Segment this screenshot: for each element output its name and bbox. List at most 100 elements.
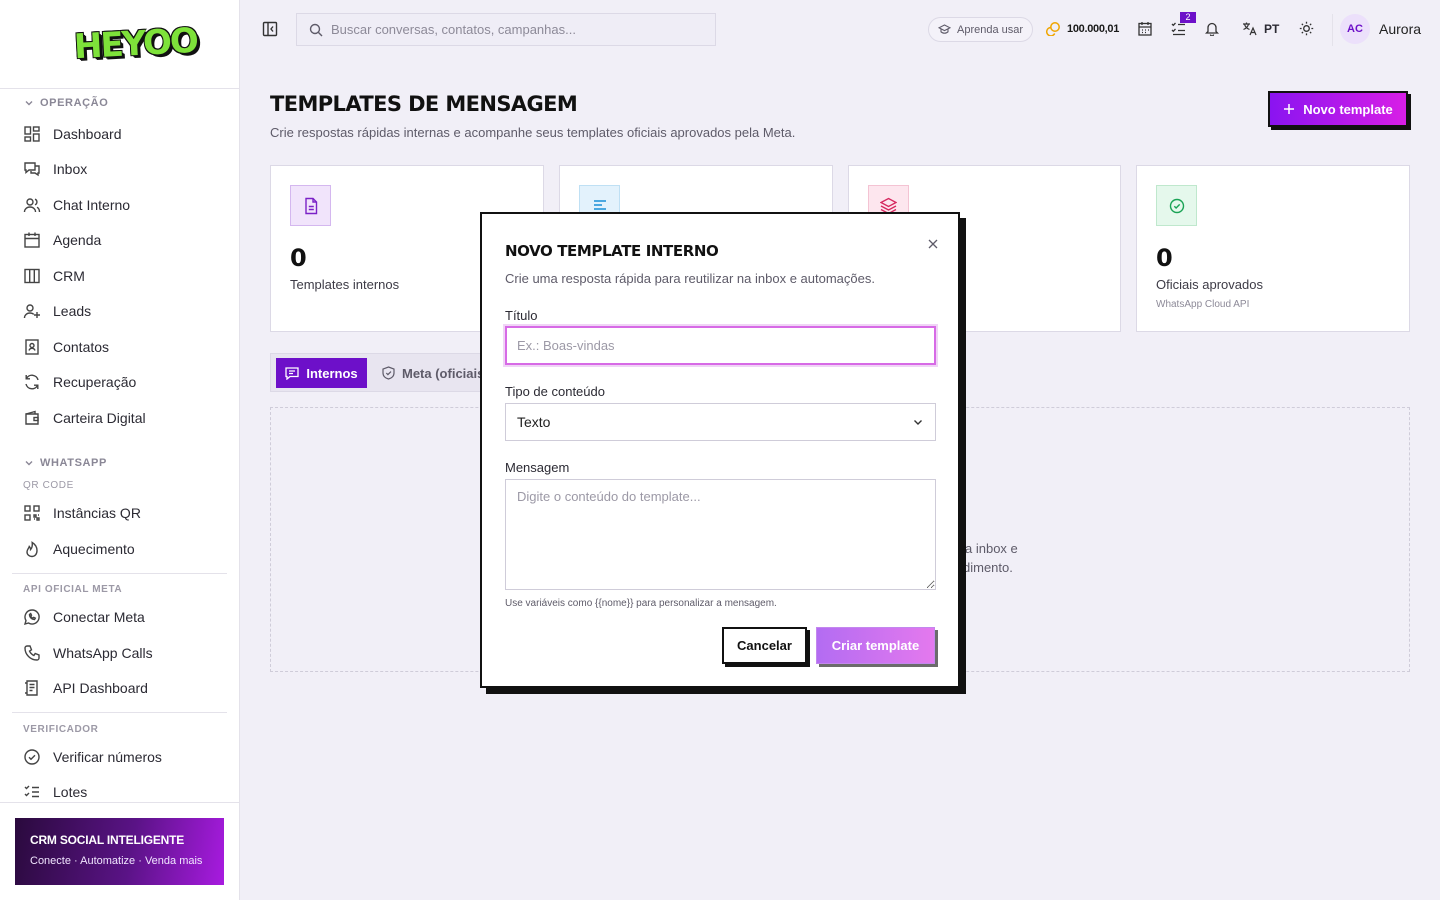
new-template-label: Novo template	[1303, 101, 1393, 117]
chevron-down-icon	[914, 420, 922, 425]
sidebar-item-label: Agenda	[53, 232, 102, 249]
file-text-icon	[290, 185, 331, 226]
tab-label: Internos	[306, 365, 358, 381]
section-title: OPERAÇÃO	[40, 97, 109, 109]
promo-banner[interactable]: CRM SOCIAL INTELIGENTE Conecte · Automat…	[15, 818, 224, 885]
user-plus-icon	[23, 304, 40, 319]
message-label: Mensagem	[505, 460, 570, 475]
tab-internos[interactable]: Internos	[276, 358, 367, 388]
message-textarea[interactable]	[505, 479, 936, 590]
title-input[interactable]	[505, 326, 936, 365]
shield-check-icon	[382, 366, 395, 380]
tab-meta[interactable]: Meta (oficiais	[382, 358, 484, 388]
page-subtitle: Crie respostas rápidas internas e acompa…	[270, 125, 796, 140]
bell-icon[interactable]	[1205, 21, 1219, 36]
search-input[interactable]	[331, 22, 711, 37]
sidebar-item-contatos[interactable]: Contatos	[0, 329, 239, 365]
sidebar-item-chat-interno[interactable]: Chat Interno	[0, 187, 239, 223]
sun-icon[interactable]	[1299, 21, 1314, 36]
sidebar-item-label: API Dashboard	[53, 680, 148, 697]
modal-title: NOVO TEMPLATE INTERNO	[505, 242, 719, 260]
variables-hint: Use variáveis como {{nome}} para persona…	[505, 598, 777, 609]
sidebar-item-label: WhatsApp Calls	[53, 644, 153, 661]
sidebar-item-recuperacao[interactable]: Recuperação	[0, 365, 239, 401]
phone-icon	[24, 645, 40, 661]
sidebar-item-label: Contatos	[53, 338, 110, 355]
section-header-api-meta: API OFICIAL META	[23, 584, 123, 595]
user-name: Aurora	[1379, 21, 1422, 37]
search-bar[interactable]	[296, 13, 716, 46]
create-template-button[interactable]: Criar template	[816, 627, 935, 664]
content-type-value: Texto	[517, 414, 551, 430]
divider	[0, 802, 239, 803]
avatar: AC	[1340, 14, 1370, 44]
new-template-modal: NOVO TEMPLATE INTERNO Crie uma resposta …	[480, 212, 960, 688]
sidebar-item-label: CRM	[53, 267, 85, 284]
cancel-button[interactable]: Cancelar	[722, 627, 807, 664]
sidebar: HEYOO OPERAÇÃO Dashboard Inbox Chat Inte…	[0, 0, 240, 900]
logo[interactable]: HEYOO	[73, 21, 198, 67]
sidebar-item-conectar-meta[interactable]: Conectar Meta	[0, 600, 239, 636]
sidebar-item-label: Conectar Meta	[53, 609, 145, 626]
users-icon	[23, 198, 41, 212]
content-type-select[interactable]: Texto	[505, 403, 936, 441]
sidebar-item-api-dashboard[interactable]: API Dashboard	[0, 671, 239, 707]
sidebar-item-dashboard[interactable]: Dashboard	[0, 116, 239, 152]
learn-label: Aprenda usar	[957, 23, 1024, 36]
sidebar-item-label: Verificar números	[53, 748, 162, 765]
section-subtitle: QR CODE	[23, 479, 74, 491]
calendar-icon	[24, 232, 40, 248]
sidebar-item-crm[interactable]: CRM	[0, 258, 239, 294]
receipt-icon	[25, 680, 38, 696]
sidebar-collapse-icon[interactable]	[262, 21, 278, 37]
dashboard-icon	[24, 126, 40, 142]
flame-icon	[26, 540, 38, 557]
user-menu[interactable]: AC Aurora	[1340, 14, 1421, 44]
translate-icon	[1243, 22, 1257, 36]
list-check-icon	[24, 785, 39, 798]
graduation-cap-icon	[938, 24, 951, 34]
language-selector[interactable]: PT	[1242, 21, 1279, 36]
divider	[12, 712, 227, 713]
empty-text: dimento.	[963, 560, 1013, 575]
sidebar-item-verificar-numeros[interactable]: Verificar números	[0, 739, 239, 775]
sidebar-item-label: Leads	[53, 303, 92, 320]
sidebar-item-agenda[interactable]: Agenda	[0, 223, 239, 259]
sidebar-item-instancias-qr[interactable]: Instâncias QR	[0, 496, 239, 532]
section-header-operacao[interactable]: OPERAÇÃO	[0, 90, 239, 116]
stat-card-approved: 0 Oficiais aprovados WhatsApp Cloud API	[1136, 165, 1410, 332]
qr-code-icon	[24, 505, 40, 521]
divider	[1332, 14, 1333, 46]
learn-button[interactable]: Aprenda usar	[928, 17, 1034, 42]
sidebar-item-aquecimento[interactable]: Aquecimento	[0, 531, 239, 567]
modal-subtitle: Crie uma resposta rápida para reutilizar…	[505, 271, 875, 286]
coins-balance[interactable]: 100.000,01	[1046, 21, 1119, 36]
calendar-icon[interactable]	[1138, 21, 1152, 36]
content-type-label: Tipo de conteúdo	[505, 384, 605, 399]
section-header-verificador: VERIFICADOR	[23, 723, 99, 735]
chevron-down-icon	[25, 101, 33, 106]
wallet-icon	[25, 410, 39, 425]
new-template-button[interactable]: Novo template	[1268, 91, 1408, 127]
messages-icon	[24, 162, 40, 177]
check-circle-icon	[24, 749, 40, 765]
sidebar-item-whatsapp-calls[interactable]: WhatsApp Calls	[0, 635, 239, 671]
message-square-icon	[285, 366, 299, 380]
tasks-icon[interactable]	[1171, 21, 1186, 36]
coins-value: 100.000,01	[1067, 22, 1120, 35]
sidebar-item-label: Chat Interno	[53, 196, 131, 213]
sidebar-item-carteira[interactable]: Carteira Digital	[0, 400, 239, 436]
section-header-whatsapp[interactable]: WHATSAPP	[0, 450, 239, 476]
sidebar-item-inbox[interactable]: Inbox	[0, 152, 239, 188]
refresh-icon	[25, 374, 39, 390]
sidebar-item-lotes[interactable]: Lotes	[0, 775, 239, 803]
sidebar-item-leads[interactable]: Leads	[0, 294, 239, 330]
check-circle-icon	[1156, 185, 1197, 226]
close-icon[interactable]	[925, 236, 941, 252]
promo-subtitle: Conecte · Automatize · Venda mais	[30, 855, 203, 867]
chevron-down-icon	[25, 460, 33, 465]
sidebar-item-label: Aquecimento	[53, 540, 135, 557]
sidebar-item-label: Inbox	[53, 161, 88, 178]
topbar: Aprenda usar 100.000,01 2 PT AC Aurora	[240, 0, 1440, 60]
page-title: TEMPLATES DE MENSAGEM	[270, 92, 578, 116]
